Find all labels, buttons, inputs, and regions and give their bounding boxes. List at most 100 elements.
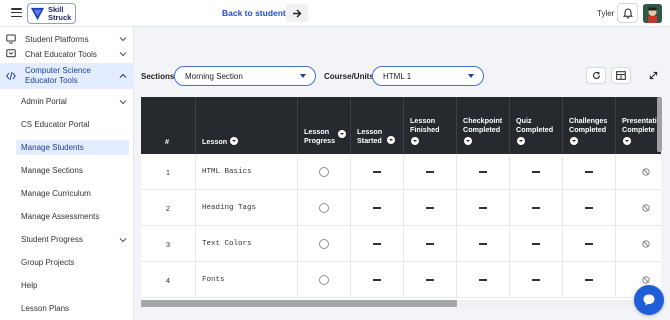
presentation-completed-cell (615, 154, 661, 190)
quiz-completed-cell (509, 154, 562, 190)
dash-icon (532, 207, 540, 209)
lesson-name[interactable]: Fonts (195, 262, 297, 298)
dash-icon (479, 279, 487, 281)
sort-icon[interactable] (411, 137, 419, 145)
checkpoint-completed-cell (456, 262, 509, 298)
chevron-down-icon (119, 99, 127, 104)
lesson-finished-cell (403, 154, 456, 190)
sidebar-item-manage-sections[interactable]: Manage Sections (16, 163, 129, 178)
sections-label: Sections (141, 72, 175, 81)
caret-down-icon (300, 74, 306, 78)
user-avatar[interactable] (643, 4, 662, 23)
sidebar-item-lesson-plans[interactable]: Lesson Plans (16, 301, 129, 316)
notifications-button[interactable] (617, 3, 638, 23)
avatar-image-icon (643, 4, 662, 23)
sort-icon[interactable] (570, 137, 578, 145)
sidebar-item-computer-science-educator-tools[interactable]: Computer Science Educator Tools (0, 63, 134, 89)
column-header-lesson-started[interactable]: Lesson Started (350, 97, 403, 154)
presentation-completed-cell (615, 226, 661, 262)
lesson-name[interactable]: HTML Basics (195, 154, 297, 190)
lesson-name[interactable]: Text Colors (195, 226, 297, 262)
sidebar-item-label: Student Platforms (25, 34, 89, 44)
dash-icon (373, 279, 381, 281)
sidebar-item-manage-assessments[interactable]: Manage Assessments (16, 209, 129, 224)
dash-icon (426, 171, 434, 173)
sort-icon[interactable] (230, 137, 238, 145)
course-units-label: Course/Units (324, 72, 374, 81)
sidebar: Student Platforms Chat Educator Tools Co… (0, 27, 134, 320)
column-header-quiz-completed[interactable]: Quiz Completed (509, 97, 562, 154)
column-header-challenges-completed[interactable]: Challenges Completed (562, 97, 615, 154)
chat-icon (6, 49, 16, 58)
table-header: # Lesson Lesson Progress Lesson Started Le… (141, 97, 661, 154)
presentation-completed-cell (615, 190, 661, 226)
lesson-started-cell (350, 190, 403, 226)
sidebar-item-help[interactable]: Help (16, 278, 129, 293)
sort-icon[interactable] (464, 137, 472, 145)
dash-icon (585, 279, 593, 281)
lesson-started-cell (350, 154, 403, 190)
bell-icon (622, 7, 633, 18)
not-applicable-icon (641, 204, 650, 212)
lesson-finished-cell (403, 262, 456, 298)
back-to-students-link[interactable]: Back to students (222, 8, 291, 18)
horizontal-scrollbar[interactable] (141, 300, 661, 307)
sidebar-item-chat-educator-tools[interactable]: Chat Educator Tools (0, 47, 134, 61)
horizontal-scrollbar-thumb[interactable] (141, 300, 457, 307)
column-header-lesson-finished[interactable]: Lesson Finished (403, 97, 456, 154)
course-units-select[interactable]: HTML 1 (372, 66, 484, 86)
sidebar-item-label: Chat Educator Tools (25, 49, 97, 59)
sidebar-item-label-line-2: Educator Tools (25, 76, 78, 85)
chat-support-button[interactable] (634, 285, 664, 315)
challenges-completed-cell (562, 226, 615, 262)
sort-icon[interactable] (387, 136, 395, 144)
progress-circle-icon (319, 167, 329, 177)
checkpoint-completed-cell (456, 190, 509, 226)
hamburger-menu-icon[interactable] (11, 8, 22, 18)
sidebar-item-admin-portal[interactable]: Admin Portal (16, 94, 129, 109)
dash-icon (426, 207, 434, 209)
table-view-button[interactable] (611, 67, 631, 84)
sidebar-item-group-projects[interactable]: Group Projects (16, 255, 129, 270)
sidebar-item-student-platforms[interactable]: Student Platforms (0, 32, 134, 46)
code-icon (6, 71, 16, 81)
lessons-table: # Lesson Lesson Progress Lesson Started Le… (141, 97, 661, 307)
sidebar-item-label-line-1: Computer Science (25, 66, 91, 75)
course-units-select-value: HTML 1 (383, 71, 412, 81)
sort-icon[interactable] (338, 130, 346, 138)
sidebar-item-student-progress[interactable]: Student Progress (16, 232, 129, 247)
progress-circle-icon (319, 203, 329, 213)
expand-button[interactable] (643, 67, 663, 84)
dash-icon (479, 243, 487, 245)
chevron-down-icon (119, 237, 127, 242)
expand-icon (649, 71, 657, 80)
dash-icon (479, 171, 487, 173)
sort-icon[interactable] (623, 137, 631, 145)
column-header-checkpoint-completed[interactable]: Checkpoint Completed (456, 97, 509, 154)
back-arrow-button[interactable] (286, 4, 308, 22)
table-icon (616, 71, 626, 80)
vertical-scrollbar-thumb[interactable] (657, 97, 662, 152)
sidebar-item-manage-curriculum[interactable]: Manage Curriculum (16, 186, 129, 201)
refresh-icon (592, 71, 600, 79)
lesson-started-cell (350, 262, 403, 298)
row-number: 2 (165, 203, 171, 213)
sort-icon[interactable] (517, 137, 525, 145)
arrow-right-icon (293, 9, 302, 17)
column-header-lesson[interactable]: Lesson (195, 97, 297, 154)
chat-bubble-icon (643, 294, 655, 306)
sections-select[interactable]: Morning Section (174, 66, 316, 86)
dash-icon (585, 171, 593, 173)
lesson-progress-cell (297, 226, 350, 262)
dash-icon (585, 243, 593, 245)
dash-icon (373, 207, 381, 209)
sidebar-item-cs-educator-portal[interactable]: CS Educator Portal (16, 117, 129, 132)
refresh-button[interactable] (586, 67, 606, 84)
column-header-presentation-completed[interactable]: Presentatio Complete (615, 97, 661, 154)
row-number: 3 (165, 239, 171, 249)
lesson-name[interactable]: Heading Tags (195, 190, 297, 226)
column-header-lesson-progress[interactable]: Lesson Progress (297, 97, 350, 154)
lesson-progress-cell (297, 190, 350, 226)
skillstruck-logo[interactable]: Skill Struck (27, 3, 76, 24)
sidebar-item-manage-students[interactable]: Manage Students (16, 140, 129, 155)
